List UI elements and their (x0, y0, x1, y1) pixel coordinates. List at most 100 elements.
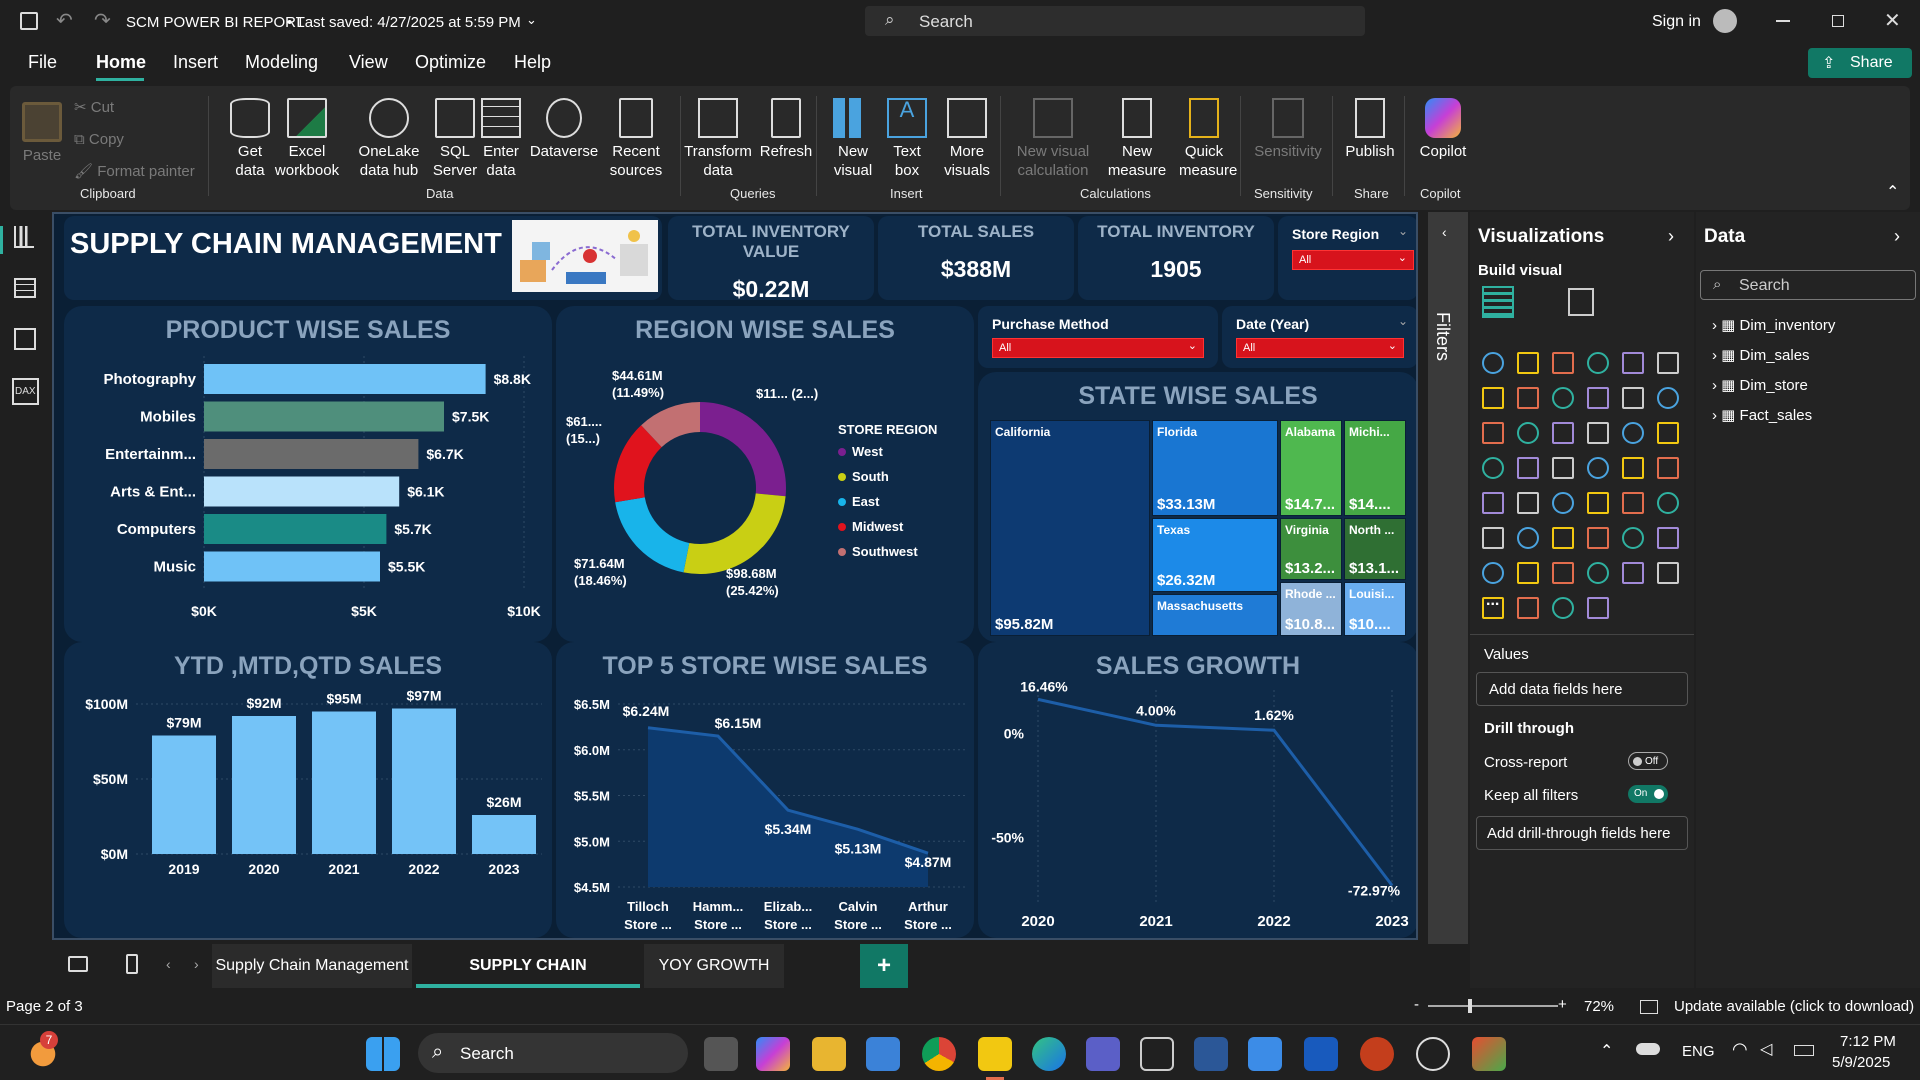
visual-type-icon[interactable] (1587, 527, 1609, 549)
treemap-cell[interactable]: Michi... $14.... (1344, 420, 1406, 516)
onedrive-icon[interactable] (1636, 1043, 1660, 1055)
expand-icon[interactable]: › (1668, 226, 1674, 247)
collapse-ribbon-icon[interactable]: ⌃ (1886, 182, 1899, 202)
wifi-icon[interactable]: ◠ (1732, 1039, 1748, 1060)
visual-type-icon[interactable] (1657, 527, 1679, 549)
edge-icon[interactable] (1032, 1037, 1066, 1071)
build-visual-tab-icon[interactable] (1482, 286, 1514, 318)
undo-icon[interactable]: ↶ (56, 8, 73, 33)
publish-button[interactable]: Publish (1338, 98, 1402, 161)
visual-type-icon[interactable] (1587, 457, 1609, 479)
copilot-button[interactable]: Copilot (1408, 98, 1478, 161)
add-drill-through-well[interactable]: Add drill-through fields here (1476, 816, 1688, 850)
treemap-cell[interactable]: California $95.82M (990, 420, 1150, 636)
volume-icon[interactable]: ◁ (1760, 1039, 1772, 1059)
chevron-down-icon[interactable]: ⌄ (1398, 314, 1408, 328)
prev-page-icon[interactable]: ‹ (166, 956, 171, 972)
purchase-method-dropdown[interactable]: All ⌄ (992, 338, 1204, 358)
battery-icon[interactable] (1794, 1045, 1814, 1056)
more-visuals-ellipsis[interactable]: ... (1486, 592, 1499, 610)
menu-insert[interactable]: Insert (173, 52, 218, 73)
table-dim-sales[interactable]: › ▦ Dim_sales (1712, 346, 1810, 364)
teams-icon[interactable] (1086, 1037, 1120, 1071)
taskbar-search[interactable]: ⌕ Search (418, 1033, 688, 1073)
paste-button[interactable]: Paste (22, 98, 62, 165)
visual-type-icon[interactable] (1622, 387, 1644, 409)
visual-type-icon[interactable] (1657, 492, 1679, 514)
minimize-icon[interactable] (1776, 20, 1790, 22)
table-dim-store[interactable]: › ▦ Dim_store (1712, 376, 1808, 394)
more-visuals-button[interactable]: More visuals (936, 98, 998, 180)
visual-type-icon[interactable] (1657, 422, 1679, 444)
zoom-out-icon[interactable]: - (1414, 996, 1419, 1013)
menu-file[interactable]: File (28, 52, 57, 73)
user-avatar-icon[interactable] (1713, 9, 1737, 33)
format-painter-button[interactable]: 🖌 Format painter (74, 162, 195, 180)
word-icon[interactable] (1304, 1037, 1338, 1071)
visual-type-icon[interactable] (1622, 352, 1644, 374)
visual-type-icon[interactable] (1552, 457, 1574, 479)
visual-type-icon[interactable] (1587, 562, 1609, 584)
copy-button[interactable]: ⧉ Copy (74, 131, 124, 148)
windows-start-icon[interactable] (366, 1037, 400, 1071)
date-year-dropdown[interactable]: All ⌄ (1236, 338, 1404, 358)
menu-optimize[interactable]: Optimize (415, 52, 486, 73)
copilot-taskbar-icon[interactable] (756, 1037, 790, 1071)
text-box-button[interactable]: A Text box (882, 98, 932, 180)
visual-type-icon[interactable] (1552, 387, 1574, 409)
visual-type-icon[interactable] (1482, 352, 1504, 374)
3d-box-icon[interactable] (1140, 1037, 1174, 1071)
recent-sources-button[interactable]: Recent sources (600, 98, 672, 180)
table-fact-sales[interactable]: › ▦ Fact_sales (1712, 406, 1812, 424)
keep-filters-toggle[interactable]: On (1628, 785, 1668, 803)
close-icon[interactable]: ✕ (1884, 8, 1901, 33)
visual-type-icon[interactable] (1622, 492, 1644, 514)
next-page-icon[interactable]: › (194, 956, 199, 972)
visual-type-icon[interactable] (1552, 422, 1574, 444)
treemap-cell[interactable]: Louisi... $10.... (1344, 582, 1406, 636)
chatgpt-icon[interactable] (1416, 1037, 1450, 1071)
clock-date[interactable]: 5/9/2025 (1832, 1054, 1890, 1071)
excel-workbook-button[interactable]: Excel workbook (272, 98, 342, 180)
visual-type-icon[interactable] (1517, 492, 1539, 514)
cross-report-toggle[interactable]: Off (1628, 752, 1668, 770)
zoom-thumb[interactable] (1468, 999, 1472, 1013)
visual-type-icon[interactable] (1552, 492, 1574, 514)
visual-type-icon[interactable] (1517, 422, 1539, 444)
expand-icon[interactable]: › (1894, 226, 1900, 247)
visual-type-icon[interactable] (1482, 457, 1504, 479)
treemap-cell[interactable]: Alabama $14.7... (1280, 420, 1342, 516)
cut-button[interactable]: ✂ Cut (74, 98, 114, 116)
redo-icon[interactable]: ↷ (94, 8, 111, 33)
visual-type-icon[interactable] (1517, 457, 1539, 479)
enter-data-button[interactable]: Enter data (478, 98, 524, 180)
format-visual-tab-icon[interactable] (1568, 288, 1594, 316)
store-region-dropdown[interactable]: All ⌄ (1292, 250, 1414, 270)
onelake-button[interactable]: OneLake data hub (346, 98, 432, 180)
add-page-button[interactable]: + (860, 944, 908, 988)
powerbi-taskbar-icon[interactable] (978, 1037, 1012, 1071)
visual-type-icon[interactable] (1517, 562, 1539, 584)
zoom-slider[interactable] (1428, 999, 1558, 1013)
git-icon[interactable] (1472, 1037, 1506, 1071)
table-view-icon[interactable] (14, 278, 36, 298)
visual-type-icon[interactable] (1552, 352, 1574, 374)
treemap-cell[interactable]: Texas $26.32M (1152, 518, 1278, 592)
visual-type-icon[interactable] (1622, 457, 1644, 479)
maximize-icon[interactable] (1832, 15, 1844, 27)
chrome-icon[interactable] (922, 1037, 956, 1071)
sensitivity-button[interactable]: Sensitivity (1246, 98, 1330, 161)
show-hidden-icons[interactable]: ⌃ (1600, 1041, 1613, 1061)
new-visual-calculation-button[interactable]: New visual calculation (1008, 98, 1098, 180)
clock-time[interactable]: 7:12 PM (1840, 1033, 1896, 1050)
visual-type-icon[interactable] (1587, 387, 1609, 409)
treemap-cell[interactable]: Rhode ... $10.8... (1280, 582, 1342, 636)
treemap-cell[interactable]: Massachusetts (1152, 594, 1278, 636)
dataverse-button[interactable]: Dataverse (528, 98, 600, 161)
visual-type-icon[interactable] (1552, 597, 1574, 619)
desktop-layout-icon[interactable] (68, 956, 88, 972)
save-icon[interactable] (20, 12, 38, 30)
visual-type-icon[interactable] (1517, 527, 1539, 549)
visual-type-icon[interactable] (1587, 597, 1609, 619)
get-data-button[interactable]: Get data (222, 98, 278, 180)
